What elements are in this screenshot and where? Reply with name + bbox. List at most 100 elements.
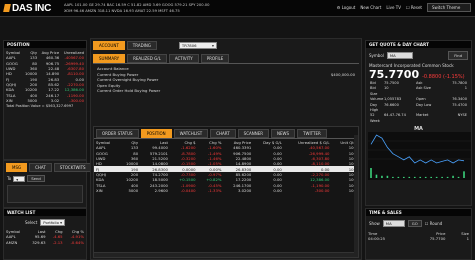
stat-value: 75.4700 — [452, 102, 467, 107]
round-checkbox[interactable]: ☐ Round — [425, 221, 443, 226]
table-cell: 0.00 — [273, 187, 282, 193]
volume-bar — [435, 177, 438, 179]
tab-stocktwits[interactable]: STOCKTWITS — [53, 163, 92, 172]
intraday-chart — [368, 132, 471, 181]
stat-value: NYSE — [457, 113, 467, 118]
ticker-item[interactable]: AMAT 22.59 — [135, 9, 158, 13]
order-tab-news[interactable]: NEWS — [271, 129, 296, 138]
order-tab-position[interactable]: POSITION — [140, 129, 172, 138]
ticker-item[interactable]: MSFT 46.75 — [158, 9, 180, 13]
positions-grid: Symbol Qty Last Chg $ Chg % Avg Price Day $ G/… — [94, 140, 358, 193]
order-tab-watchlist[interactable]: WATCHLIST — [173, 129, 209, 138]
ts-symbol-input[interactable]: MA — [382, 220, 405, 227]
tab-account[interactable]: ACCOUNT — [93, 40, 125, 50]
ticker-line: QQQ 103.34 EBAY 53.68 MCD 94.77 KO 41.32… — [64, 14, 288, 15]
logo-mark — [3, 4, 11, 12]
tab-chat[interactable]: CHAT — [29, 163, 52, 172]
ticker-item[interactable]: AMD 3.69 — [143, 3, 162, 7]
watchlist-panel: WATCH LIST Select Portfolio ▾ Symbol Last… — [3, 208, 87, 260]
volume-bar — [375, 174, 378, 179]
switch-theme-select[interactable]: Switch Theme — [427, 3, 471, 12]
subtab-summary[interactable]: SUMMARY — [93, 54, 126, 63]
table-cell: 1 — [466, 236, 469, 242]
ticker-item[interactable]: XOM 96.46 — [64, 9, 85, 13]
go-button[interactable]: GO — [407, 220, 422, 227]
table-cell: -300.00 — [314, 187, 330, 193]
logo: DAS INC — [3, 1, 52, 15]
subtab-realized-g-l[interactable]: REALIZED G/L — [127, 54, 167, 63]
table-row[interactable]: 04:00:25 75.7700 1 — [366, 236, 471, 241]
quote-stat-row: Day High 76.6600 Day Low 75.4700 — [368, 103, 469, 114]
reset-link[interactable]: ☐ Reset — [406, 5, 422, 10]
volume-bar — [441, 177, 443, 179]
table-cell: 3.0200 — [237, 187, 252, 193]
send-button[interactable]: Send — [27, 175, 45, 182]
summary-row: Current Order Hold Buying Power — [97, 88, 355, 94]
ticker-item[interactable]: SPY 200.00 — [189, 3, 210, 7]
ticker-item[interactable]: AAPL 101.00 — [64, 3, 89, 7]
portfolio-value: Portfolio — [43, 220, 59, 225]
subtab-profile[interactable]: PROFILE — [200, 54, 230, 63]
logout-link[interactable]: ⚙ Logout — [337, 5, 356, 10]
brand-name: DAS INC — [12, 2, 52, 14]
logout-label: Logout — [341, 5, 356, 10]
portfolio-select[interactable]: Portfolio ▾ — [40, 219, 66, 226]
symbol-label: Symbol — [369, 53, 384, 58]
volume-bar — [452, 176, 454, 179]
volume-bar — [397, 177, 400, 179]
stat-label: Day High — [370, 102, 379, 113]
horizontal-scrollbar[interactable] — [94, 252, 358, 257]
ticker-item[interactable]: GE 29.74 — [89, 3, 107, 7]
message-input[interactable] — [7, 185, 83, 203]
ticker-item[interactable]: C 51.82 — [127, 3, 142, 7]
tab-msg[interactable]: MSG — [6, 163, 28, 172]
reset-label: Reset — [410, 5, 422, 10]
table-row[interactable]: AMZN 329.63 -2.13 -0.64% — [4, 240, 86, 245]
table-cell: -40567.00 — [64, 55, 85, 61]
find-button[interactable]: Find — [448, 51, 468, 60]
subtab-activity[interactable]: ACTIVITY — [168, 54, 199, 63]
volume-bar — [457, 177, 460, 179]
chart-background — [368, 132, 471, 181]
quote-stat-row: Bid Size 10 Ask Size 1 — [368, 86, 469, 97]
table-cell: 10000 — [25, 71, 38, 77]
table-cell: 75.7700 — [429, 236, 446, 242]
recipient-select[interactable]: ▾ — [13, 175, 26, 182]
table-cell: XIN — [96, 187, 103, 193]
tab-trading[interactable]: TRADING — [126, 40, 157, 50]
ticker-item[interactable]: NVDA 16.93 — [112, 9, 135, 13]
stat-label: Bid Size — [370, 86, 378, 96]
order-tab-twitter[interactable]: TWITTER — [297, 129, 327, 138]
table-row[interactable]: XIN 5000 2.9600 -0.0400 -1.33% 3.0200 0.00 -300… — [94, 188, 358, 193]
order-tab-order-status[interactable]: ORDER STATUS — [96, 129, 139, 138]
stat-label: Ask Size — [416, 86, 431, 91]
stat-value: 64.47-76.74 — [384, 113, 406, 118]
volume-bar — [392, 177, 394, 179]
order-tab-scanner[interactable]: SCANNER — [237, 129, 270, 138]
volume-bar — [403, 177, 405, 179]
ticker-item[interactable]: GOOG 579.21 — [162, 3, 189, 7]
table-cell: 329.63 — [32, 239, 46, 245]
order-tab-chart[interactable]: CHART — [210, 129, 236, 138]
summary-value: $400,000.00 — [330, 71, 355, 77]
account-select[interactable]: TR7806 ▾ — [178, 41, 217, 49]
quote-title: GET QUOTE & DAY CHART — [366, 41, 471, 48]
symbol-input[interactable]: MA — [386, 52, 413, 59]
volume-bar — [419, 177, 422, 179]
time-sales-table: Time Price Size 04:00:25 75.7700 1 — [366, 231, 471, 242]
live-tv-link[interactable]: Live TV — [386, 5, 401, 10]
ticker-item[interactable]: AMZN 318.11 — [85, 9, 111, 13]
quote-change: -0.8800 (-1.15%) — [422, 74, 465, 80]
ticker-tape: AAPL 101.00 GE 29.74 BAC 16.59 C 51.82 A… — [64, 2, 288, 15]
vertical-scrollbar[interactable] — [354, 135, 358, 253]
ticker-item[interactable]: BAC 16.59 — [107, 3, 127, 7]
new-chart-link[interactable]: New Chart — [360, 5, 381, 10]
volume-bar — [386, 176, 389, 179]
round-label: Round — [429, 221, 443, 226]
volume-bar — [463, 171, 465, 179]
positions-grid-panel: ORDER STATUS POSITION WATCHLIST CHART SCANNE… — [93, 126, 359, 258]
to-label: To — [7, 176, 12, 181]
position-table: Symbol Qty Avg Price Unrealized AAPL 133 460.… — [4, 50, 86, 103]
time-sales-title: TIME & SALES — [366, 209, 471, 216]
table-cell: 12,386.00 — [64, 87, 84, 93]
